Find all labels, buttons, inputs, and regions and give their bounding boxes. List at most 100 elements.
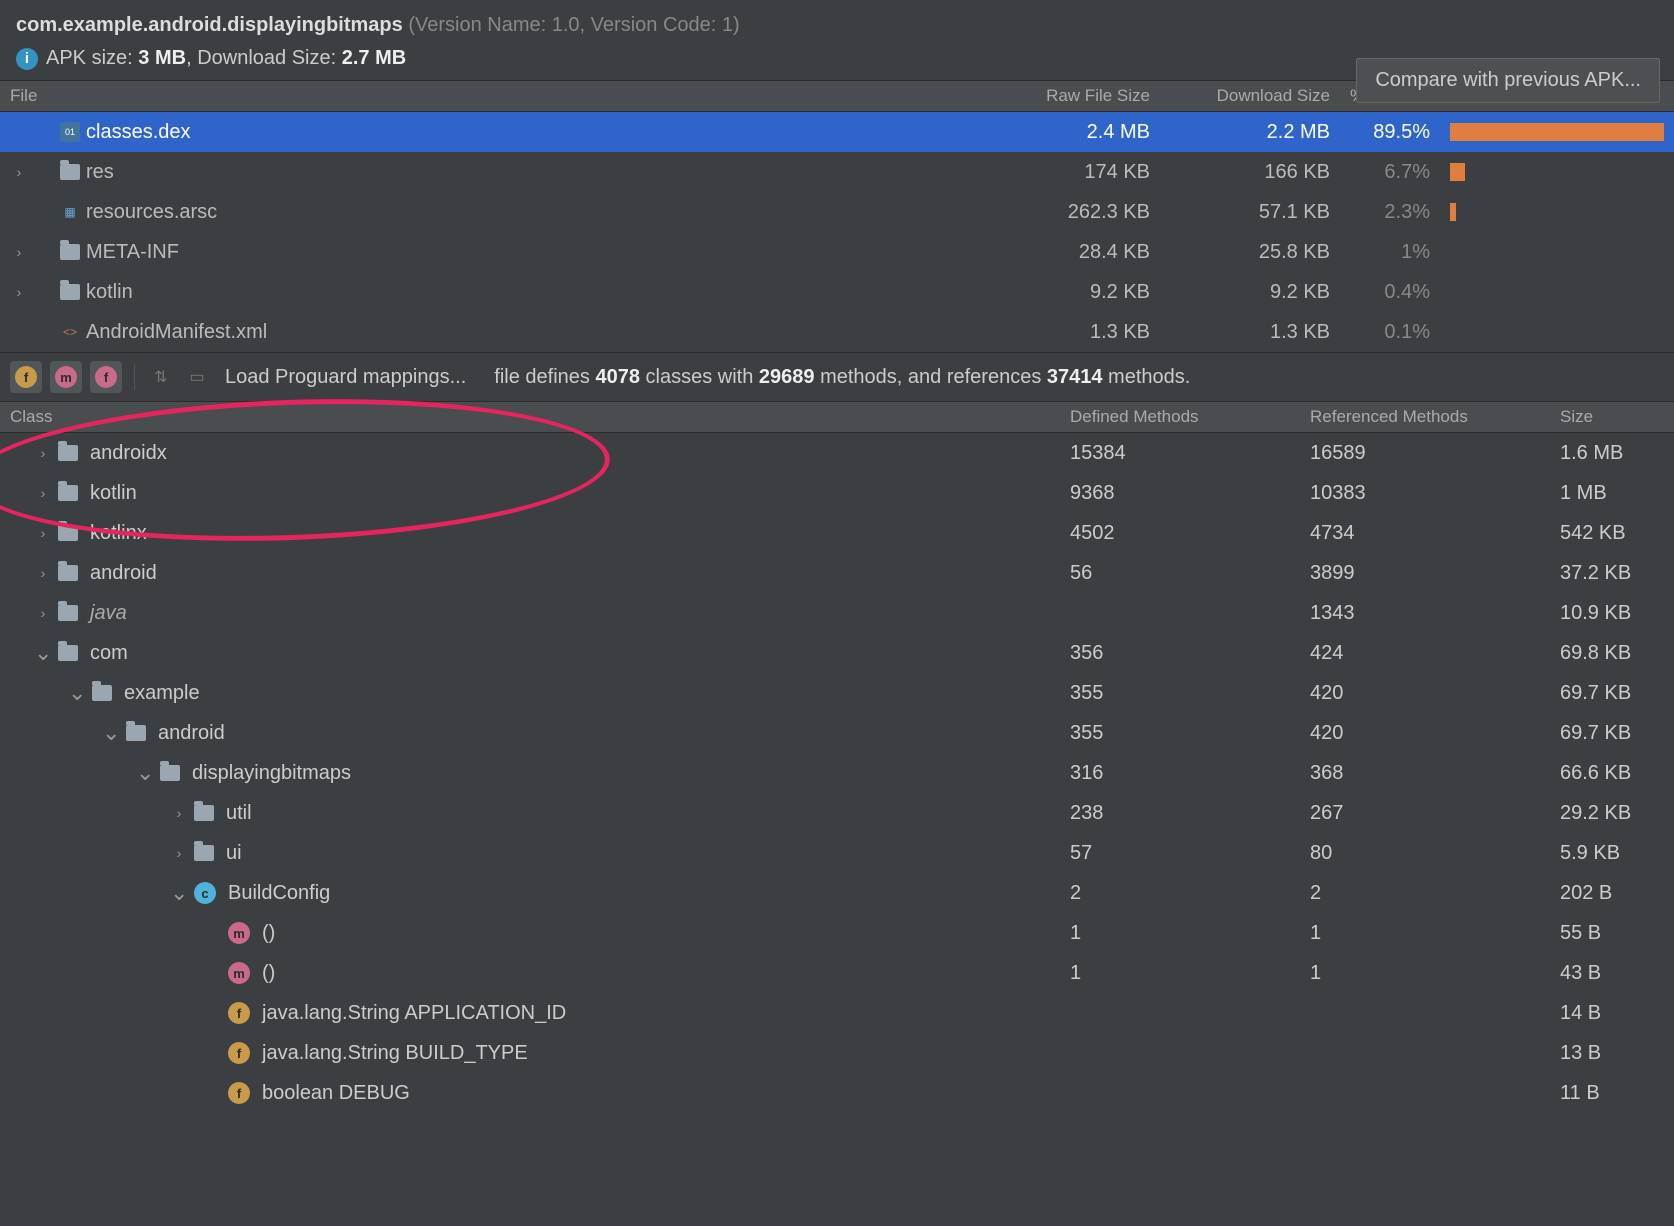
file-row[interactable]: ▦resources.arsc262.3 KB57.1 KB2.3%	[0, 192, 1674, 232]
defined-methods: 1	[1060, 957, 1300, 990]
download-size: 57.1 KB	[1160, 196, 1340, 229]
filter-methods-button[interactable]: m	[50, 361, 82, 393]
class-row[interactable]: ›androidx15384165891.6 MB	[0, 433, 1674, 473]
file-row[interactable]: ›res174 KB166 KB6.7%	[0, 152, 1674, 192]
expand-chevron-icon[interactable]: ⌄	[34, 640, 52, 666]
expand-chevron-icon[interactable]: ›	[170, 845, 188, 861]
class-name: android	[90, 562, 157, 585]
class-name: android	[158, 722, 225, 745]
referenced-methods: 4734	[1300, 517, 1550, 550]
file-row[interactable]: <>AndroidManifest.xml1.3 KB1.3 KB0.1%	[0, 312, 1674, 352]
class-row[interactable]: ⌄android35542069.7 KB	[0, 713, 1674, 753]
compare-apk-button[interactable]: Compare with previous APK...	[1356, 58, 1660, 103]
class-row[interactable]: fjava.lang.String APPLICATION_ID14 B	[0, 993, 1674, 1033]
defined-methods: 356	[1060, 637, 1300, 670]
load-proguard-button[interactable]: Load Proguard mappings...	[225, 366, 466, 389]
file-row[interactable]: ›kotlin9.2 KB9.2 KB0.4%	[0, 272, 1674, 312]
class-name: ()	[262, 922, 275, 945]
class-name: BuildConfig	[228, 882, 330, 905]
size: 542 KB	[1550, 517, 1674, 550]
class-row[interactable]: fboolean DEBUG11 B	[0, 1073, 1674, 1113]
defined-methods	[1060, 608, 1300, 618]
percent: 6.7%	[1340, 156, 1440, 189]
class-row[interactable]: fjava.lang.String BUILD_TYPE13 B	[0, 1033, 1674, 1073]
class-row[interactable]: ⌄displayingbitmaps31636866.6 KB	[0, 753, 1674, 793]
file-table-body: 01classes.dex2.4 MB2.2 MB89.5%›res174 KB…	[0, 112, 1674, 352]
referenced-methods	[1300, 1008, 1550, 1018]
class-row[interactable]: ›util23826729.2 KB	[0, 793, 1674, 833]
size: 69.8 KB	[1550, 637, 1674, 670]
class-name: example	[124, 682, 200, 705]
class-row[interactable]: ⌄com35642469.8 KB	[0, 633, 1674, 673]
nav-icon[interactable]: ⇅	[147, 363, 175, 391]
deobfuscate-icon[interactable]: ▭	[183, 363, 211, 391]
class-row[interactable]: ›kotlin9368103831 MB	[0, 473, 1674, 513]
size: 1 MB	[1550, 477, 1674, 510]
expand-chevron-icon[interactable]: ›	[34, 565, 52, 581]
class-row[interactable]: m()1143 B	[0, 953, 1674, 993]
expand-chevron-icon[interactable]: ⌄	[136, 760, 154, 786]
col-size[interactable]: Size	[1550, 402, 1674, 432]
expand-chevron-icon[interactable]: ›	[34, 605, 52, 621]
package-icon	[58, 645, 78, 661]
raw-size: 174 KB	[980, 156, 1160, 189]
file-name: resources.arsc	[86, 201, 217, 224]
field-icon: f	[228, 1042, 250, 1064]
referenced-methods: 10383	[1300, 477, 1550, 510]
expand-chevron-icon[interactable]: ›	[10, 164, 28, 180]
class-name: com	[90, 642, 128, 665]
expand-chevron-icon[interactable]: ›	[34, 485, 52, 501]
filter-methods-fields-button[interactable]: f	[90, 361, 122, 393]
dex-file-icon: 01	[60, 122, 80, 142]
col-class[interactable]: Class	[0, 402, 1060, 432]
defined-methods: 355	[1060, 717, 1300, 750]
col-referenced-methods[interactable]: Referenced Methods	[1300, 402, 1550, 432]
defined-methods	[1060, 1008, 1300, 1018]
class-row[interactable]: ›android56389937.2 KB	[0, 553, 1674, 593]
class-row[interactable]: ⌄cBuildConfig22202 B	[0, 873, 1674, 913]
file-name: META-INF	[86, 241, 179, 264]
package-icon	[126, 725, 146, 741]
referenced-methods: 420	[1300, 717, 1550, 750]
col-raw-size[interactable]: Raw File Size	[980, 81, 1160, 111]
apk-size-text: APK size: 3 MB, Download Size: 2.7 MB	[46, 47, 406, 70]
class-row[interactable]: m()1155 B	[0, 913, 1674, 953]
file-name: AndroidManifest.xml	[86, 321, 267, 344]
defined-methods: 56	[1060, 557, 1300, 590]
size: 5.9 KB	[1550, 837, 1674, 870]
expand-chevron-icon[interactable]: ›	[10, 284, 28, 300]
col-file[interactable]: File	[0, 81, 980, 111]
class-row[interactable]: ⌄example35542069.7 KB	[0, 673, 1674, 713]
package-icon	[194, 845, 214, 861]
class-row[interactable]: ›java134310.9 KB	[0, 593, 1674, 633]
referenced-methods: 1	[1300, 957, 1550, 990]
package-icon	[58, 485, 78, 501]
defined-methods: 355	[1060, 677, 1300, 710]
col-defined-methods[interactable]: Defined Methods	[1060, 402, 1300, 432]
expand-chevron-icon[interactable]: ⌄	[68, 680, 86, 706]
filter-fields-button[interactable]: f	[10, 361, 42, 393]
expand-chevron-icon[interactable]: ›	[34, 445, 52, 461]
size: 43 B	[1550, 957, 1674, 990]
class-name: java.lang.String BUILD_TYPE	[262, 1042, 528, 1065]
size: 14 B	[1550, 997, 1674, 1030]
expand-chevron-icon[interactable]: ›	[10, 244, 28, 260]
file-row[interactable]: 01classes.dex2.4 MB2.2 MB89.5%	[0, 112, 1674, 152]
expand-chevron-icon[interactable]: ⌄	[170, 880, 188, 906]
download-size: 166 KB	[1160, 156, 1340, 189]
file-row[interactable]: ›META-INF28.4 KB25.8 KB1%	[0, 232, 1674, 272]
col-download-size[interactable]: Download Size	[1160, 81, 1340, 111]
size: 66.6 KB	[1550, 757, 1674, 790]
referenced-methods: 3899	[1300, 557, 1550, 590]
defined-methods: 4502	[1060, 517, 1300, 550]
raw-size: 9.2 KB	[980, 276, 1160, 309]
defined-methods: 2	[1060, 877, 1300, 910]
expand-chevron-icon[interactable]: ⌄	[102, 720, 120, 746]
download-size: 9.2 KB	[1160, 276, 1340, 309]
expand-chevron-icon[interactable]: ›	[170, 805, 188, 821]
class-row[interactable]: ›ui57805.9 KB	[0, 833, 1674, 873]
class-row[interactable]: ›kotlinx45024734542 KB	[0, 513, 1674, 553]
expand-chevron-icon[interactable]: ›	[34, 525, 52, 541]
size: 1.6 MB	[1550, 437, 1674, 470]
size: 29.2 KB	[1550, 797, 1674, 830]
